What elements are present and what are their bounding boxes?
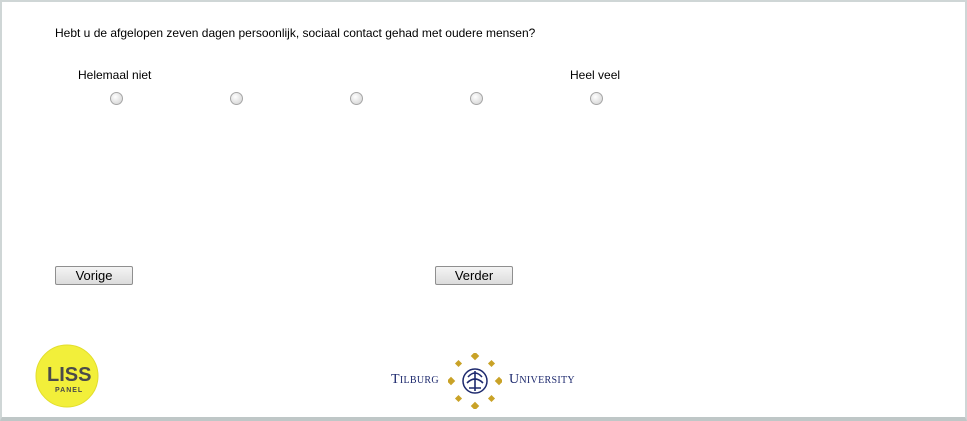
liss-logo-text: LISS bbox=[47, 364, 91, 386]
previous-button[interactable]: Vorige bbox=[55, 266, 133, 285]
answer-radio-3[interactable] bbox=[350, 92, 363, 105]
scale-label-right: Heel veel bbox=[570, 68, 621, 82]
answer-radio-2[interactable] bbox=[230, 92, 243, 105]
question-text: Hebt u de afgelopen zeven dagen persoonl… bbox=[55, 26, 536, 40]
liss-panel-logo: LISS PANEL bbox=[35, 344, 99, 408]
survey-frame: Hebt u de afgelopen zeven dagen persoonl… bbox=[0, 0, 967, 421]
next-button[interactable]: Verder bbox=[435, 266, 513, 285]
scale-label-left: Helemaal niet bbox=[78, 68, 152, 82]
answer-radio-4[interactable] bbox=[470, 92, 483, 105]
tilburg-seal-icon bbox=[448, 353, 502, 409]
university-name-right: University bbox=[509, 372, 575, 387]
answer-radio-5[interactable] bbox=[590, 92, 603, 105]
university-name-left: Tilburg bbox=[391, 372, 439, 387]
answer-radio-1[interactable] bbox=[110, 92, 123, 105]
liss-logo-subtext: PANEL bbox=[55, 387, 83, 394]
